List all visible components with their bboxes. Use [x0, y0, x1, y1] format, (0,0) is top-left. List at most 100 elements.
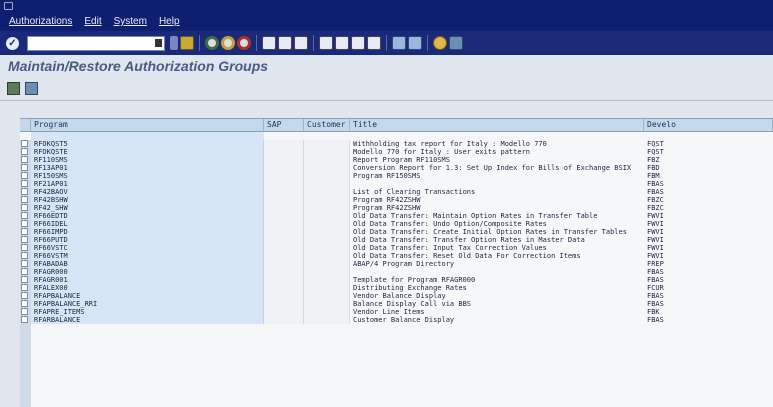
sap-cell[interactable] — [264, 228, 304, 236]
program-cell[interactable]: RF66IMPD — [31, 228, 264, 236]
row-select-checkbox[interactable] — [20, 260, 31, 268]
sap-cell[interactable] — [264, 148, 304, 156]
sap-cell[interactable] — [264, 276, 304, 284]
next-page-icon[interactable] — [351, 36, 365, 50]
row-select-checkbox[interactable] — [20, 276, 31, 284]
program-cell[interactable]: RF150SMS — [31, 172, 264, 180]
checkbox[interactable] — [21, 292, 28, 299]
sap-cell[interactable] — [264, 284, 304, 292]
program-cell[interactable]: RFOKQSTE — [31, 148, 264, 156]
table-row[interactable]: RFAGR000 FBAS — [20, 268, 773, 276]
table-row[interactable]: RFOKQSTE Modello 770 for Italy : User exi… — [20, 148, 773, 156]
row-select-checkbox[interactable] — [20, 284, 31, 292]
table-row[interactable]: RF66VSTC Old Data Transfer: Input Tax Cor… — [20, 244, 773, 252]
table-row[interactable]: RF110SMS Report Program RF110SMS FBZ — [20, 156, 773, 164]
sap-cell[interactable] — [264, 164, 304, 172]
sap-cell[interactable] — [264, 252, 304, 260]
checkbox[interactable] — [21, 260, 28, 267]
checkbox[interactable] — [21, 268, 28, 275]
customer-cell[interactable] — [304, 316, 350, 324]
row-select-checkbox[interactable] — [20, 212, 31, 220]
first-page-icon[interactable] — [319, 36, 333, 50]
customer-cell[interactable] — [304, 276, 350, 284]
table-row[interactable]: RF42BSHW Program RF42ZSHW FBZC — [20, 196, 773, 204]
layout-icon[interactable] — [449, 36, 463, 50]
customer-cell[interactable] — [304, 236, 350, 244]
table-row[interactable]: RF13AP01 Conversion Report for 1.3: Set U… — [20, 164, 773, 172]
find-icon[interactable] — [278, 36, 292, 50]
checkbox[interactable] — [21, 252, 28, 259]
row-select-checkbox[interactable] — [20, 148, 31, 156]
program-cell[interactable]: RFABADAB — [31, 260, 264, 268]
row-select-checkbox[interactable] — [20, 308, 31, 316]
back-icon[interactable] — [205, 36, 219, 50]
program-cell[interactable]: RFAGR000 — [31, 268, 264, 276]
customer-cell[interactable] — [304, 164, 350, 172]
checkbox[interactable] — [21, 188, 28, 195]
column-header-development-class[interactable]: Develo — [644, 119, 773, 131]
program-cell[interactable]: RF13AP01 — [31, 164, 264, 172]
sap-cell[interactable] — [264, 172, 304, 180]
menu-help[interactable]: Help — [159, 16, 180, 27]
row-select-checkbox[interactable] — [20, 268, 31, 276]
customer-cell[interactable] — [304, 252, 350, 260]
checkbox[interactable] — [21, 228, 28, 235]
customer-cell[interactable] — [304, 156, 350, 164]
row-select-checkbox[interactable] — [20, 164, 31, 172]
sap-cell[interactable] — [264, 308, 304, 316]
checkbox[interactable] — [21, 276, 28, 283]
system-menu-icon[interactable] — [4, 2, 13, 10]
table-row[interactable]: RF66EDTD Old Data Transfer: Maintain Opti… — [20, 212, 773, 220]
customer-cell[interactable] — [304, 212, 350, 220]
sap-cell[interactable] — [264, 156, 304, 164]
sap-cell[interactable] — [264, 204, 304, 212]
checkbox[interactable] — [21, 140, 28, 147]
program-cell[interactable]: RFAPBALANCE_RRI — [31, 300, 264, 308]
table-row[interactable]: RFABADAB ABAP/4 Program Directory FREP — [20, 260, 773, 268]
select-all-icon[interactable] — [7, 82, 20, 95]
customer-cell[interactable] — [304, 300, 350, 308]
program-cell[interactable]: RFAPBALANCE — [31, 292, 264, 300]
menu-authorizations[interactable]: Authorizations — [9, 16, 72, 27]
row-select-checkbox[interactable] — [20, 228, 31, 236]
customer-cell[interactable] — [304, 220, 350, 228]
checkbox[interactable] — [21, 284, 28, 291]
customer-cell[interactable] — [304, 284, 350, 292]
create-session-icon[interactable] — [392, 36, 406, 50]
row-select-checkbox[interactable] — [20, 196, 31, 204]
checkbox[interactable] — [21, 156, 28, 163]
row-select-checkbox[interactable] — [20, 316, 31, 324]
exit-icon[interactable] — [221, 36, 235, 50]
row-select-checkbox[interactable] — [20, 300, 31, 308]
program-cell[interactable]: RF42_SHW — [31, 204, 264, 212]
program-cell[interactable]: RF110SMS — [31, 156, 264, 164]
customer-cell[interactable] — [304, 244, 350, 252]
customer-cell[interactable] — [304, 196, 350, 204]
sap-cell[interactable] — [264, 316, 304, 324]
shortcut-icon[interactable] — [408, 36, 422, 50]
checkbox[interactable] — [21, 212, 28, 219]
sap-cell[interactable] — [264, 180, 304, 188]
customer-cell[interactable] — [304, 204, 350, 212]
table-row[interactable]: RFALEX00 Distributing Exchange Rates FCUR — [20, 284, 773, 292]
enter-icon[interactable]: ✓ — [6, 36, 19, 50]
table-row[interactable]: RF150SMS Program RF150SMS FBM — [20, 172, 773, 180]
row-select-checkbox[interactable] — [20, 220, 31, 228]
customer-cell[interactable] — [304, 260, 350, 268]
command-field[interactable] — [27, 35, 165, 54]
checkbox[interactable] — [21, 172, 28, 179]
sap-cell[interactable] — [264, 236, 304, 244]
customer-cell[interactable] — [304, 172, 350, 180]
table-row[interactable]: RFARBALANCE Customer Balance Display FBAS — [20, 316, 773, 324]
column-header-customer[interactable]: Customer — [304, 119, 350, 131]
program-cell[interactable]: RFARBALANCE — [31, 316, 264, 324]
program-cell[interactable]: RF21AP01 — [31, 180, 264, 188]
program-cell[interactable]: RFOKQST5 — [31, 140, 264, 148]
row-select-checkbox[interactable] — [20, 236, 31, 244]
sap-cell[interactable] — [264, 260, 304, 268]
customer-cell[interactable] — [304, 140, 350, 148]
checkbox[interactable] — [21, 300, 28, 307]
table-row[interactable]: RF42_SHW Program RF42ZSHW FBZC — [20, 204, 773, 212]
row-select-checkbox[interactable] — [20, 204, 31, 212]
customer-cell[interactable] — [304, 268, 350, 276]
